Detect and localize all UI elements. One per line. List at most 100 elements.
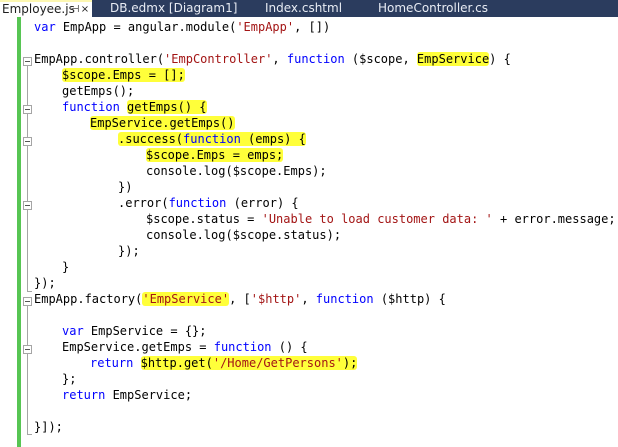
highlighted-token: $http.get('/Home/GetPersons'); — [140, 356, 358, 370]
code-token: ); — [342, 356, 358, 370]
code-token: .success( — [118, 132, 184, 146]
code-token: function — [183, 132, 241, 146]
code-line-18: EmpApp.factory('EmpService', ['$http', f… — [34, 291, 446, 307]
code-token: getEmps(); — [62, 84, 135, 98]
code-token: EmpApp = angular.module( — [55, 20, 237, 34]
tab-employee-js[interactable]: Employee.js ⊣× — [0, 0, 92, 17]
code-line-26: }]); — [34, 419, 63, 435]
fold-end — [27, 434, 32, 435]
code-line-11: }) — [118, 179, 132, 195]
tab-db-edmx-diagram1[interactable]: DB.edmx [Diagram1] — [110, 0, 237, 17]
highlighted-token: EmpService — [416, 52, 490, 66]
code-line-7: EmpService.getEmps() — [90, 115, 235, 131]
tab-label: Employee.js — [2, 2, 75, 16]
code-line-5: getEmps(); — [62, 83, 134, 99]
tab-label: DB.edmx [Diagram1] — [110, 1, 238, 15]
close-icon[interactable]: × — [80, 2, 90, 17]
collapse-icon[interactable] — [23, 297, 32, 306]
code-token: , [ — [229, 292, 251, 306]
code-token: () { — [271, 340, 308, 354]
code-token: } — [62, 260, 70, 274]
code-line-22: return $http.get('/Home/GetPersons'); — [90, 355, 358, 371]
fold-guide — [27, 66, 28, 291]
code-line-9: $scope.Emps = emps; — [146, 147, 284, 163]
tab-index-cshtml[interactable]: Index.cshtml — [265, 0, 342, 17]
code-token: EmpService.getEmps = — [62, 340, 214, 354]
code-line-4: $scope.Emps = []; — [62, 67, 185, 83]
code-token: '$http' — [250, 292, 302, 306]
code-token: .error( — [118, 196, 169, 210]
code-line-10: console.log($scope.Emps); — [146, 163, 327, 179]
code-token: (emps) { — [240, 132, 306, 146]
code-token: }) — [118, 180, 133, 194]
code-line-14: console.log($scope.status); — [146, 227, 341, 243]
tab-homecontroller-cs[interactable]: HomeController.cs — [378, 0, 488, 17]
highlighted-token: $scope.Emps = []; — [62, 68, 185, 82]
code-token: var — [34, 20, 56, 34]
code-token: 'EmpApp' — [236, 20, 295, 34]
code-token: var — [62, 324, 84, 338]
code-line-20: var EmpService = {}; — [62, 323, 207, 339]
code-line-17: }); — [34, 275, 56, 291]
collapse-icon[interactable] — [23, 57, 32, 66]
code-line-21: EmpService.getEmps = function () { — [62, 339, 308, 355]
change-tracking-bar — [17, 17, 21, 447]
code-token: ) { — [489, 52, 511, 66]
tab-label: HomeController.cs — [378, 1, 489, 15]
code-line-6: function getEmps() { — [62, 99, 207, 115]
document-tab-bar: Employee.js ⊣× DB.edmx [Diagram1] Index.… — [0, 0, 618, 17]
code-token: (error) { — [226, 196, 299, 210]
code-editor[interactable]: var EmpApp = angular.module('EmpApp', []… — [0, 17, 618, 447]
collapse-icon[interactable] — [23, 105, 32, 114]
fold-end — [27, 291, 32, 292]
highlighted-token: $scope.Emps = emps; — [146, 148, 284, 162]
collapse-icon[interactable] — [23, 201, 32, 210]
code-token: $http.get( — [140, 356, 213, 370]
code-token: }]); — [34, 420, 63, 434]
code-line-23: }; — [62, 371, 76, 387]
code-token: }); — [34, 276, 56, 290]
code-token: function — [286, 52, 345, 66]
code-token: 'Unable to load customer data: ' — [261, 212, 493, 226]
code-token: }; — [62, 372, 77, 386]
highlighted-token: getEmps() { — [127, 100, 207, 114]
code-line-1: var EmpApp = angular.module('EmpApp', []… — [34, 19, 330, 35]
code-token: ($http) { — [373, 292, 446, 306]
code-token: ($scope, — [344, 52, 417, 66]
collapse-icon[interactable] — [23, 345, 32, 354]
highlighted-token: EmpService.getEmps() — [90, 116, 235, 130]
tab-label: Index.cshtml — [265, 1, 343, 15]
code-token: return — [62, 388, 106, 402]
code-line-3: EmpApp.controller('EmpController', funct… — [34, 51, 511, 67]
code-token: function — [315, 292, 374, 306]
code-token: console.log($scope.status); — [146, 228, 342, 242]
highlighted-token: 'EmpService' — [142, 292, 230, 306]
code-token: EmpService = {}; — [83, 324, 207, 338]
code-token: + error.message; — [492, 212, 616, 226]
pin-icon[interactable]: ⊣ — [70, 2, 80, 17]
code-token: , — [272, 52, 287, 66]
code-line-13: $scope.status = 'Unable to load customer… — [146, 211, 616, 227]
highlighted-token: .success(function (emps) { — [118, 132, 306, 146]
code-token: 'EmpController' — [164, 52, 273, 66]
code-line-12: .error(function (error) { — [118, 195, 299, 211]
code-token: , — [301, 292, 316, 306]
code-token: function — [168, 196, 227, 210]
code-token: , []) — [294, 20, 331, 34]
code-token: $scope.status = — [146, 212, 262, 226]
code-token: }); — [118, 244, 140, 258]
code-line-16: } — [62, 259, 69, 275]
code-token: function — [62, 100, 120, 114]
code-line-15: }); — [118, 243, 140, 259]
code-line-8: .success(function (emps) { — [118, 131, 306, 147]
code-token: function — [213, 340, 272, 354]
collapse-icon[interactable] — [23, 137, 32, 146]
code-token: console.log($scope.Emps); — [146, 164, 327, 178]
code-line-24: return EmpService; — [62, 387, 192, 403]
code-token: '/Home/GetPersons' — [212, 356, 343, 370]
code-token: EmpService; — [105, 388, 193, 402]
code-token: EmpApp.controller( — [34, 52, 165, 66]
code-token: return — [90, 356, 134, 370]
